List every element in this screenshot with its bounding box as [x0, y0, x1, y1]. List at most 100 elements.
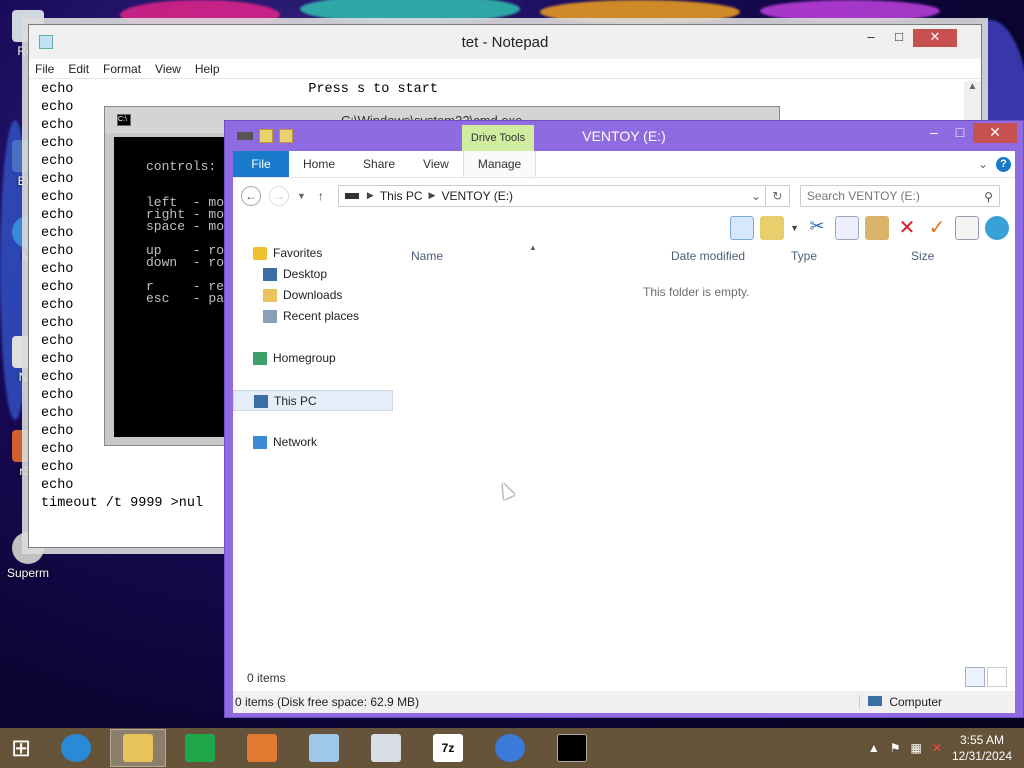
- cut-icon[interactable]: ✂: [805, 216, 829, 240]
- nav-item-desktop[interactable]: Desktop: [233, 264, 393, 285]
- network-icon[interactable]: ▦: [911, 741, 922, 755]
- tab-view[interactable]: View: [409, 151, 463, 177]
- desktop-icon: [263, 268, 277, 281]
- breadcrumb-ventoy[interactable]: VENTOY (E:): [441, 189, 513, 203]
- address-dropdown-icon[interactable]: ⌄: [751, 189, 761, 203]
- tab-manage[interactable]: Manage: [462, 151, 537, 177]
- clock-time: 3:55 AM: [959, 733, 1004, 747]
- scroll-up-icon[interactable]: ▲: [964, 81, 981, 92]
- forward-button[interactable]: →: [269, 185, 289, 206]
- nav-item-favorites[interactable]: Favorites: [233, 243, 393, 264]
- taskbar-app[interactable]: [482, 729, 538, 767]
- ribbon-toolbar: ▼ ✂ ✕ ✓: [730, 213, 1015, 243]
- window-status-bar: 0 items (Disk free space: 62.9 MB) Compu…: [233, 691, 1015, 713]
- navigation-pane: Favorites Desktop Downloads Recent places Ho…: [233, 243, 393, 453]
- taskbar-cmd[interactable]: [544, 729, 600, 767]
- menu-view[interactable]: View: [155, 62, 181, 76]
- delete-icon[interactable]: ✕: [895, 216, 919, 240]
- nav-item-network[interactable]: Network: [233, 432, 393, 453]
- back-button[interactable]: ←: [241, 185, 261, 206]
- column-date-modified[interactable]: Date modified: [671, 249, 745, 263]
- help-icon[interactable]: ?: [996, 156, 1011, 172]
- taskbar-store[interactable]: [172, 729, 228, 767]
- nav-item-downloads[interactable]: Downloads: [233, 285, 393, 306]
- recent-places-icon: [263, 310, 277, 323]
- refresh-button[interactable]: ↻: [765, 184, 790, 207]
- menu-help[interactable]: Help: [195, 62, 220, 76]
- rename-icon[interactable]: [955, 216, 979, 240]
- start-button[interactable]: ⊞: [0, 729, 42, 767]
- app-icon: [495, 734, 525, 762]
- expand-ribbon-icon[interactable]: ⌄: [978, 157, 988, 171]
- nav-item-label: Homegroup: [273, 351, 336, 365]
- taskbar-package[interactable]: [234, 729, 290, 767]
- close-button[interactable]: ✕: [973, 123, 1017, 143]
- nav-item-label: Recent places: [283, 309, 360, 323]
- taskbar-internet-explorer[interactable]: [48, 729, 104, 767]
- search-input[interactable]: Search VENTOY (E:) ⚲: [799, 184, 1000, 207]
- menu-format[interactable]: Format: [103, 62, 141, 76]
- tab-file[interactable]: File: [233, 151, 289, 177]
- tab-share[interactable]: Share: [349, 151, 409, 177]
- explorer-window-controls: – □ ✕: [921, 123, 1017, 143]
- details-view-icon[interactable]: [965, 667, 985, 687]
- column-type[interactable]: Type: [791, 249, 817, 263]
- maximize-button[interactable]: □: [885, 29, 913, 47]
- minimize-button[interactable]: –: [857, 29, 885, 47]
- copy-icon[interactable]: [835, 216, 859, 240]
- up-button[interactable]: ↑: [318, 189, 324, 203]
- explorer-titlebar[interactable]: Drive Tools VENTOY (E:) – □ ✕: [225, 121, 1023, 151]
- tab-home[interactable]: Home: [289, 151, 349, 177]
- volume-muted-icon[interactable]: ✕: [932, 741, 942, 755]
- recent-locations-icon[interactable]: ▼: [297, 191, 306, 201]
- taskbar-file-explorer[interactable]: [110, 729, 166, 767]
- large-icons-view-icon[interactable]: [987, 667, 1007, 687]
- navigation-pane-icon[interactable]: [730, 216, 755, 240]
- taskbar-window[interactable]: [358, 729, 414, 767]
- notepad-title: tet - Notepad: [461, 33, 549, 51]
- notepad-window-controls: – □ ✕: [857, 29, 957, 47]
- open-folder-icon[interactable]: [760, 216, 785, 240]
- cmd-icon: C:\: [117, 114, 131, 126]
- explorer-content: ▼ ✂ ✕ ✓ Favorites Desktop Downloads Recent …: [233, 213, 1015, 691]
- column-size[interactable]: Size: [911, 249, 934, 263]
- minimize-button[interactable]: –: [921, 123, 947, 143]
- file-explorer-icon: [123, 734, 153, 762]
- nav-item-recent-places[interactable]: Recent places: [233, 306, 393, 327]
- checkmark-icon[interactable]: ✓: [925, 216, 949, 240]
- taskbar-notepad[interactable]: [296, 729, 352, 767]
- notepad-titlebar[interactable]: tet - Notepad – □ ✕: [29, 25, 981, 59]
- clock[interactable]: 3:55 AM 12/31/2024: [952, 732, 1012, 764]
- maximize-button[interactable]: □: [947, 123, 973, 143]
- paste-icon[interactable]: [865, 216, 889, 240]
- explorer-window[interactable]: Drive Tools VENTOY (E:) – □ ✕ File Home …: [224, 120, 1024, 718]
- status-location-label: Computer: [889, 695, 943, 709]
- empty-folder-message: This folder is empty.: [643, 285, 750, 299]
- this-pc-icon: [254, 395, 268, 408]
- globe-icon[interactable]: [985, 216, 1009, 240]
- flag-icon[interactable]: ⚑: [890, 741, 901, 755]
- internet-explorer-icon: [61, 734, 91, 762]
- nav-item-homegroup[interactable]: Homegroup: [233, 348, 393, 369]
- menu-file[interactable]: File: [35, 62, 54, 76]
- computer-icon: [868, 696, 882, 706]
- column-headers: Name ▲ Date modified Type Size: [403, 243, 1015, 267]
- package-icon: [247, 734, 277, 762]
- system-tray: ▲ ⚑ ▦ ✕ 3:55 AM 12/31/2024: [868, 728, 1012, 768]
- breadcrumb-separator-icon[interactable]: ▶: [429, 190, 436, 201]
- nav-item-this-pc[interactable]: This PC: [233, 390, 393, 411]
- ribbon-right-controls: ⌄ ?: [978, 156, 1011, 172]
- nav-item-label: Network: [273, 435, 318, 449]
- taskbar-7zip[interactable]: 7z: [420, 729, 476, 767]
- menu-edit[interactable]: Edit: [68, 62, 89, 76]
- close-button[interactable]: ✕: [913, 29, 957, 47]
- dropdown-icon[interactable]: ▼: [790, 223, 799, 233]
- show-hidden-icons-icon[interactable]: ▲: [868, 741, 880, 755]
- breadcrumb-separator-icon[interactable]: ▶: [367, 190, 374, 201]
- breadcrumb-this-pc[interactable]: This PC: [380, 189, 423, 203]
- column-name[interactable]: Name: [411, 249, 443, 263]
- view-switcher: [965, 667, 1007, 687]
- address-bar[interactable]: ▶ This PC ▶ VENTOY (E:) ⌄: [337, 184, 766, 207]
- nav-item-label: Favorites: [273, 246, 323, 260]
